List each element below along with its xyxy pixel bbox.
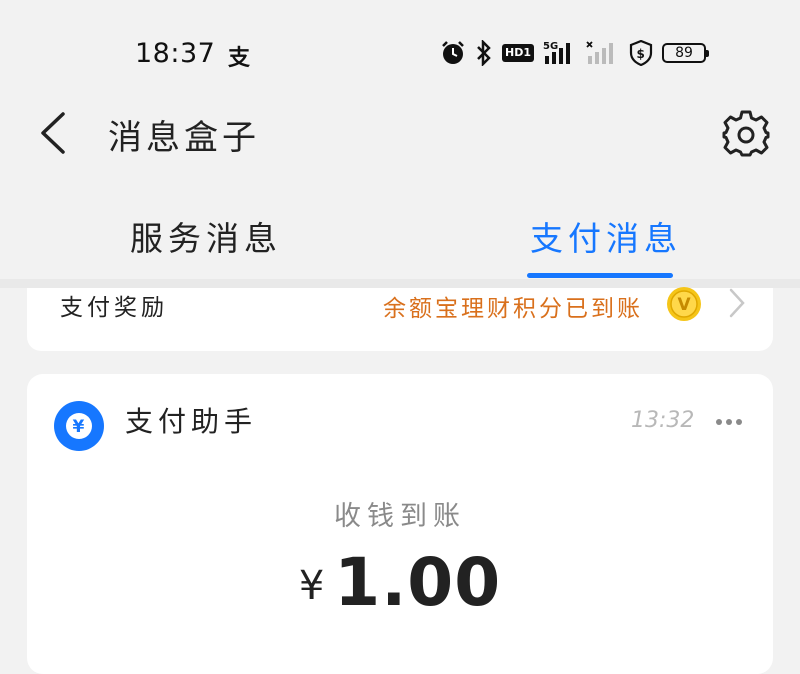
status-bar: 18:37 支 HD1 5G $ 89 — [0, 0, 800, 100]
back-chevron-icon[interactable] — [38, 111, 68, 155]
more-options-icon[interactable] — [715, 418, 743, 426]
payment-assistant-avatar-icon: ¥ — [54, 401, 104, 451]
status-time: 18:37 — [135, 38, 216, 69]
receipt-label: 收钱到账 — [334, 501, 466, 532]
payment-assistant-card[interactable]: ¥ 支付助手 13:32 收钱到账 ¥1.00 — [27, 374, 773, 674]
received-amount: ¥1.00 — [27, 544, 773, 621]
gear-icon[interactable] — [722, 109, 770, 157]
currency-symbol: ¥ — [298, 563, 325, 609]
hd-voice-icon: HD1 — [502, 44, 534, 62]
alipay-notification-icon: 支 — [228, 46, 251, 71]
gold-coin-icon: V — [667, 287, 701, 321]
svg-text:5G: 5G — [543, 41, 558, 52]
amount-value: 1.00 — [334, 544, 502, 621]
tab-service-messages[interactable]: 服务消息 — [130, 212, 282, 260]
active-tab-indicator — [527, 273, 673, 278]
battery-icon: 89 — [662, 43, 709, 63]
alarm-icon — [442, 41, 464, 64]
page-title: 消息盒子 — [108, 118, 260, 158]
tab-payment-messages[interactable]: 支付消息 — [530, 212, 682, 260]
message-time: 13:32 — [631, 408, 695, 433]
assistant-name: 支付助手 — [125, 405, 258, 438]
reward-message: 余额宝理财积分已到账 — [383, 296, 643, 322]
security-shield-icon: $ — [629, 40, 653, 66]
bluetooth-icon — [477, 40, 491, 66]
status-icons: HD1 5G $ 89 — [440, 38, 709, 68]
svg-text:V: V — [678, 295, 692, 315]
signal-weak-icon — [586, 41, 613, 64]
payment-reward-card[interactable]: 支付奖励 余额宝理财积分已到账 V — [27, 287, 773, 351]
reward-card-title: 支付奖励 — [60, 295, 168, 321]
chevron-right-icon[interactable] — [727, 287, 747, 319]
svg-text:¥: ¥ — [73, 417, 85, 437]
signal-5g-icon: 5G — [543, 41, 570, 64]
svg-text:$: $ — [637, 47, 645, 61]
